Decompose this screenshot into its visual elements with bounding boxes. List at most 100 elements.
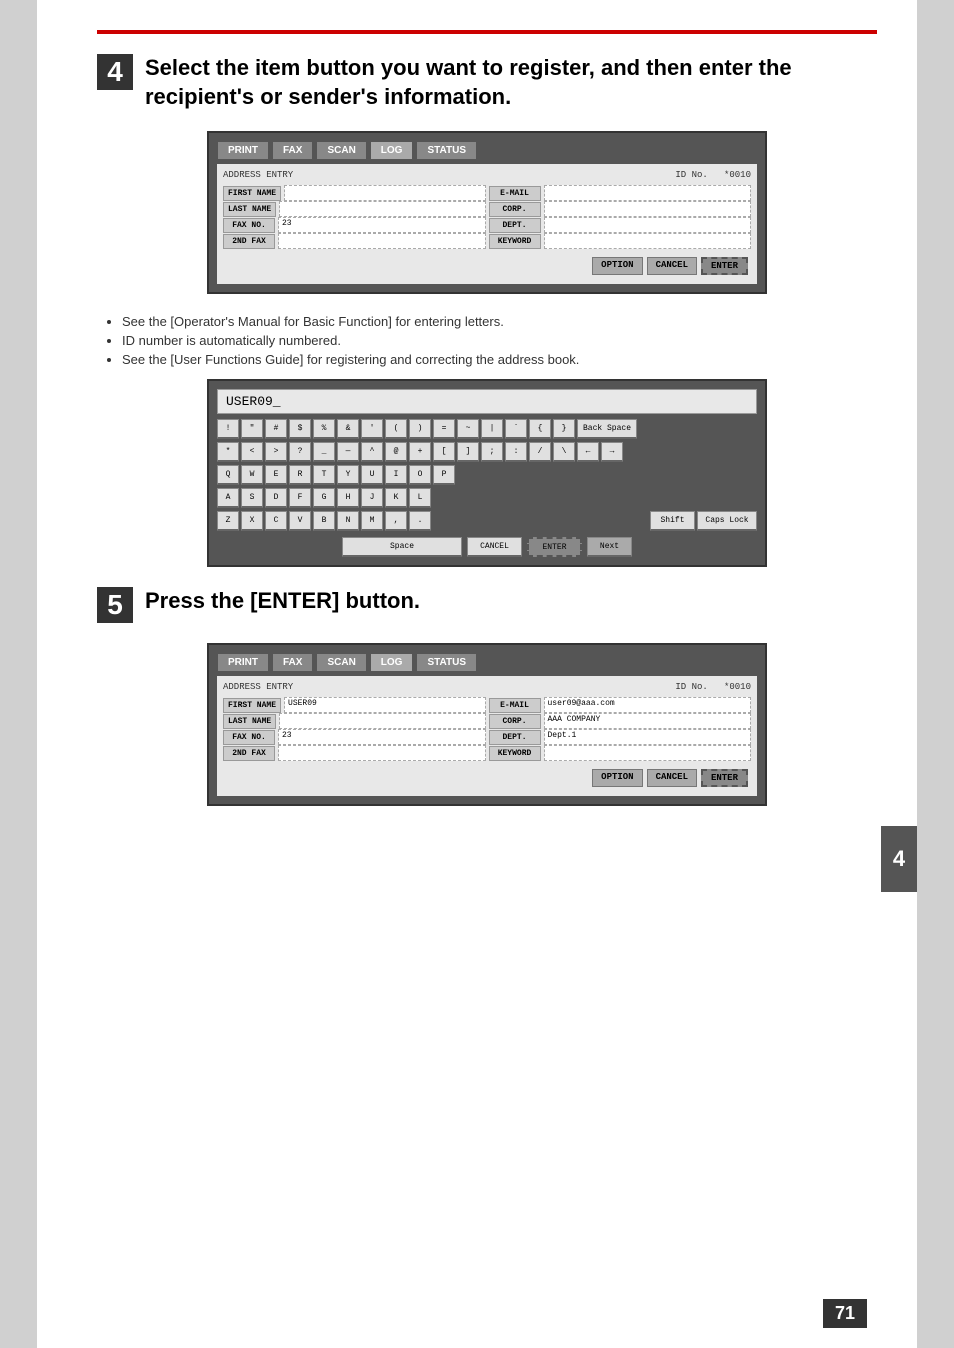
key-at[interactable]: @ — [385, 442, 407, 462]
key-v[interactable]: V — [289, 511, 311, 531]
key-y[interactable]: Y — [337, 465, 359, 485]
key-j[interactable]: J — [361, 488, 383, 508]
key-lparen[interactable]: ( — [385, 419, 407, 439]
s2-btn-option[interactable]: OPTION — [592, 769, 642, 787]
key-left-arrow[interactable]: ← — [577, 442, 599, 462]
key-s[interactable]: S — [241, 488, 263, 508]
key-amp[interactable]: & — [337, 419, 359, 439]
tab-scan[interactable]: SCAN — [316, 141, 366, 160]
s2-input-firstname[interactable]: USER09 — [284, 697, 485, 713]
key-lbracket[interactable]: [ — [433, 442, 455, 462]
tab-print[interactable]: PRINT — [217, 141, 269, 160]
s2-input-faxno[interactable]: 23 — [278, 729, 486, 745]
key-backslash[interactable]: \ — [553, 442, 575, 462]
key-e[interactable]: E — [265, 465, 287, 485]
key-comma[interactable]: , — [385, 511, 407, 531]
input-keyword[interactable] — [544, 233, 752, 249]
key-next[interactable]: Next — [587, 537, 632, 557]
key-f[interactable]: F — [289, 488, 311, 508]
key-rbrace[interactable]: } — [553, 419, 575, 439]
key-dollar[interactable]: $ — [289, 419, 311, 439]
s2-tab-log[interactable]: LOG — [370, 653, 414, 672]
key-pipe[interactable]: | — [481, 419, 503, 439]
key-backspace[interactable]: Back Space — [577, 419, 637, 439]
key-rparen[interactable]: ) — [409, 419, 431, 439]
input-firstname[interactable] — [284, 185, 485, 201]
s2-input-corp[interactable]: AAA COMPANY — [544, 713, 752, 729]
btn-enter[interactable]: ENTER — [701, 257, 748, 275]
btn-cancel[interactable]: CANCEL — [647, 257, 697, 275]
s2-input-dept[interactable]: Dept.1 — [544, 729, 752, 745]
key-slash[interactable]: / — [529, 442, 551, 462]
s2-input-email[interactable]: user09@aaa.com — [544, 697, 752, 713]
key-equals[interactable]: = — [433, 419, 455, 439]
key-h[interactable]: H — [337, 488, 359, 508]
key-caret[interactable]: ^ — [361, 442, 383, 462]
key-star[interactable]: * — [217, 442, 239, 462]
input-2ndfax[interactable] — [278, 233, 486, 249]
key-hash[interactable]: # — [265, 419, 287, 439]
key-cancel[interactable]: CANCEL — [467, 537, 522, 557]
key-w[interactable]: W — [241, 465, 263, 485]
key-m[interactable]: M — [361, 511, 383, 531]
tab-fax[interactable]: FAX — [272, 141, 313, 160]
key-backtick[interactable]: ` — [505, 419, 527, 439]
key-lbrace[interactable]: { — [529, 419, 551, 439]
key-p[interactable]: P — [433, 465, 455, 485]
key-q-letter[interactable]: Q — [217, 465, 239, 485]
key-percent[interactable]: % — [313, 419, 335, 439]
s2-tab-fax[interactable]: FAX — [272, 653, 313, 672]
s2-tab-status[interactable]: STATUS — [416, 653, 477, 672]
key-g[interactable]: G — [313, 488, 335, 508]
key-gt[interactable]: > — [265, 442, 287, 462]
input-lastname[interactable] — [279, 201, 485, 217]
key-c[interactable]: C — [265, 511, 287, 531]
s2-input-keyword[interactable] — [544, 745, 752, 761]
key-q[interactable]: ? — [289, 442, 311, 462]
key-quote[interactable]: " — [241, 419, 263, 439]
input-dept[interactable] — [544, 217, 752, 233]
input-faxno[interactable]: 23 — [278, 217, 486, 233]
tab-log[interactable]: LOG — [370, 141, 414, 160]
s2-tab-print[interactable]: PRINT — [217, 653, 269, 672]
s2-input-2ndfax[interactable] — [278, 745, 486, 761]
key-n[interactable]: N — [337, 511, 359, 531]
key-d[interactable]: D — [265, 488, 287, 508]
key-lt[interactable]: < — [241, 442, 263, 462]
s2-btn-enter[interactable]: ENTER — [701, 769, 748, 787]
key-rbracket[interactable]: ] — [457, 442, 479, 462]
key-z[interactable]: Z — [217, 511, 239, 531]
key-apos[interactable]: ' — [361, 419, 383, 439]
key-b[interactable]: B — [313, 511, 335, 531]
key-period[interactable]: . — [409, 511, 431, 531]
key-![interactable]: ! — [217, 419, 239, 439]
key-i[interactable]: I — [385, 465, 407, 485]
input-email[interactable] — [544, 185, 752, 201]
s2-btn-cancel[interactable]: CANCEL — [647, 769, 697, 787]
s2-tab-scan[interactable]: SCAN — [316, 653, 366, 672]
key-plus[interactable]: + — [409, 442, 431, 462]
s2-input-lastname[interactable] — [279, 713, 485, 729]
btn-option[interactable]: OPTION — [592, 257, 642, 275]
key-space[interactable]: Space — [342, 537, 462, 557]
key-t[interactable]: T — [313, 465, 335, 485]
key-x[interactable]: X — [241, 511, 263, 531]
key-tilde[interactable]: ~ — [457, 419, 479, 439]
key-dash[interactable]: — — [337, 442, 359, 462]
tab-status[interactable]: STATUS — [416, 141, 477, 160]
key-o[interactable]: O — [409, 465, 431, 485]
key-l[interactable]: L — [409, 488, 431, 508]
key-k[interactable]: K — [385, 488, 407, 508]
key-right-arrow[interactable]: → — [601, 442, 623, 462]
key-caps-lock[interactable]: Caps Lock — [697, 511, 757, 531]
key-underscore[interactable]: _ — [313, 442, 335, 462]
form-row-lastname: LAST NAME — [223, 201, 486, 217]
key-r[interactable]: R — [289, 465, 311, 485]
key-colon[interactable]: : — [505, 442, 527, 462]
key-u[interactable]: U — [361, 465, 383, 485]
key-shift[interactable]: Shift — [650, 511, 695, 531]
input-corp[interactable] — [544, 201, 752, 217]
key-enter[interactable]: ENTER — [527, 537, 582, 557]
key-a[interactable]: A — [217, 488, 239, 508]
key-semi[interactable]: ; — [481, 442, 503, 462]
